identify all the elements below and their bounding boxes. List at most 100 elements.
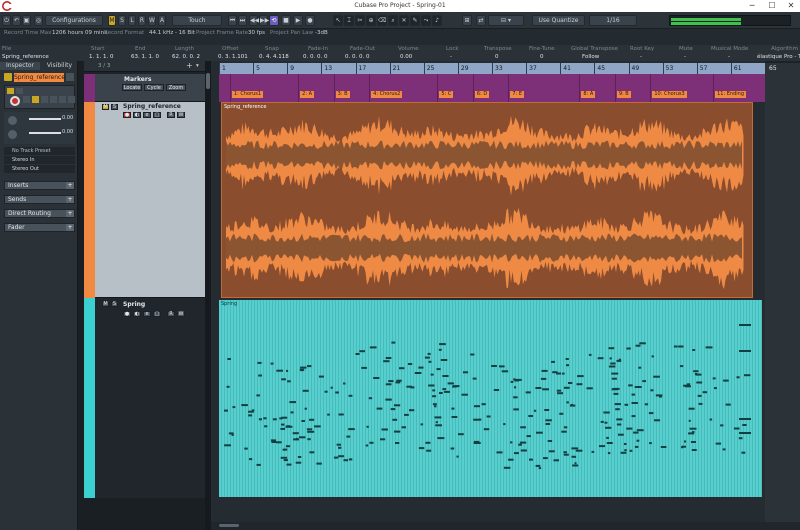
audio-monitor-icon[interactable]: ◐ bbox=[133, 112, 141, 118]
snap-mode-dropdown[interactable]: ⊟ ▾ bbox=[488, 15, 524, 26]
history-icon[interactable]: ◎ bbox=[34, 15, 43, 26]
info-mute-value[interactable]: - bbox=[684, 53, 686, 61]
freeze-icon[interactable] bbox=[68, 96, 75, 103]
rewind-icon[interactable]: ◀◀ bbox=[249, 15, 259, 26]
quantize-value-dropdown[interactable]: 1/16 bbox=[589, 15, 637, 26]
info-fine-tune-value[interactable]: 0 bbox=[540, 53, 544, 61]
marker-11[interactable]: 11: Ending bbox=[715, 91, 746, 98]
info-snap-value[interactable]: 0. 4. 4.118 bbox=[259, 53, 289, 61]
marker-3[interactable]: 3: B bbox=[335, 91, 350, 98]
automation-mode-dropdown[interactable]: Touch bbox=[172, 15, 222, 26]
midi-lock-icon[interactable]: ▢ bbox=[153, 311, 161, 317]
edit-icon[interactable] bbox=[41, 96, 48, 103]
inspector-settings-icon[interactable] bbox=[66, 73, 74, 81]
range-icon[interactable]: ⌶ bbox=[344, 15, 354, 26]
info-fade-in-value[interactable]: 0. 0. 0. 0 bbox=[303, 53, 328, 61]
output-routing-field[interactable]: Stereo Out bbox=[4, 165, 75, 173]
prev-marker-icon[interactable]: ⏮ bbox=[228, 15, 237, 26]
midi-monitor-icon[interactable]: ◐ bbox=[133, 311, 141, 317]
markers-cycle-dropdown[interactable]: Cycle bbox=[144, 84, 164, 91]
midi-record-icon[interactable]: ● bbox=[123, 311, 131, 317]
power-icon[interactable]: ⏻ bbox=[2, 15, 11, 26]
add-insert-icon[interactable]: + bbox=[66, 182, 74, 189]
volume-value[interactable]: 0.00 bbox=[62, 115, 73, 121]
quantize-dropdown[interactable]: Use Quantize bbox=[532, 15, 585, 26]
expand-fader-icon[interactable]: + bbox=[66, 224, 74, 231]
marker-8[interactable]: 8: A bbox=[581, 91, 596, 98]
info-root-key-value[interactable]: - bbox=[640, 53, 642, 61]
info-file-value[interactable]: Spring_reference bbox=[2, 53, 49, 61]
solo-icon[interactable] bbox=[16, 88, 23, 94]
track-list-menu-icon[interactable]: ▾ bbox=[196, 62, 199, 70]
info-start-value[interactable]: 1. 1. 1. 0 bbox=[89, 53, 114, 61]
audio-track-name[interactable]: Spring_reference bbox=[123, 103, 181, 110]
record-enable-icon[interactable] bbox=[10, 96, 20, 106]
maximize-button[interactable]: ☐ bbox=[762, 0, 782, 12]
volume-slider[interactable] bbox=[29, 118, 61, 120]
marker-1[interactable]: 1: Chorus1 bbox=[231, 91, 264, 98]
marker-7[interactable]: 7: E bbox=[510, 91, 524, 98]
zoom-icon[interactable]: ⌕ bbox=[388, 15, 398, 26]
layout-icon[interactable]: ▣ bbox=[22, 15, 31, 26]
configurations-dropdown[interactable]: Configurations bbox=[45, 15, 103, 26]
midi-edit-button[interactable]: e bbox=[143, 311, 151, 317]
marker-lane[interactable]: 1: Chorus1 2: A 3: B 4: Chorus2 5: C 6: D 7: E… bbox=[219, 74, 765, 102]
info-fade-out-value[interactable]: 0. 0. 0. 0 bbox=[345, 53, 370, 61]
write-icon[interactable] bbox=[59, 96, 66, 103]
section-fader[interactable]: Fader + bbox=[4, 223, 75, 232]
timeline-ruler[interactable]: 1 5 9 13 17 21 25 29 33 37 41 45 49 53 57 61 bbox=[219, 63, 765, 74]
midi-solo-button[interactable]: S bbox=[111, 301, 118, 307]
lock-icon[interactable] bbox=[32, 96, 39, 103]
tab-visibility[interactable]: Visibility bbox=[41, 62, 78, 70]
midi-part[interactable]: Spring bbox=[219, 300, 762, 497]
forward-icon[interactable]: ▶▶ bbox=[259, 15, 269, 26]
audio-event[interactable]: Spring_reference bbox=[221, 102, 753, 298]
empty-track-area[interactable] bbox=[84, 498, 205, 530]
section-direct-routing[interactable]: Direct Routing + bbox=[4, 209, 75, 218]
inspector-track-name[interactable]: Spring_reference bbox=[14, 73, 65, 82]
track-color-swatch[interactable] bbox=[4, 73, 12, 81]
time-warp-icon[interactable]: ⤳ bbox=[421, 15, 431, 26]
horizontal-scrollbar[interactable] bbox=[211, 522, 800, 530]
info-transpose-value[interactable]: 0 bbox=[495, 53, 499, 61]
midi-track-name[interactable]: Spring bbox=[123, 301, 145, 308]
midi-read-button[interactable]: R bbox=[167, 311, 175, 317]
mute-icon[interactable] bbox=[7, 88, 14, 94]
horizontal-scroll-thumb[interactable] bbox=[219, 524, 239, 527]
mute-all-button[interactable]: M bbox=[108, 15, 116, 26]
listen-button[interactable]: L bbox=[128, 15, 136, 26]
tab-inspector[interactable]: Inspector bbox=[0, 62, 40, 70]
minimize-button[interactable]: ─ bbox=[742, 0, 762, 12]
add-send-icon[interactable]: + bbox=[66, 196, 74, 203]
read-button[interactable]: R bbox=[138, 15, 146, 26]
pan-value[interactable]: 0.00 bbox=[62, 129, 73, 135]
info-algorithm-value[interactable]: élastique Pro - Tim bbox=[757, 53, 800, 61]
info-volume-value[interactable]: 0.00 bbox=[400, 53, 412, 61]
audio-write-button[interactable]: W bbox=[177, 112, 185, 118]
info-offset-value[interactable]: 0. 3. 1.101 bbox=[218, 53, 248, 61]
draw-icon[interactable]: ✎ bbox=[410, 15, 420, 26]
expand-direct-routing-icon[interactable]: + bbox=[66, 210, 74, 217]
erase-icon[interactable]: ⌫ bbox=[377, 15, 387, 26]
solo-all-button[interactable]: S bbox=[118, 15, 126, 26]
record-icon[interactable]: ● bbox=[305, 15, 315, 26]
midi-track[interactable]: M S Spring ● ◐ e ▢ R W bbox=[84, 298, 205, 498]
input-routing-field[interactable]: Stereo In bbox=[4, 156, 75, 164]
split-icon[interactable]: ✂ bbox=[355, 15, 365, 26]
undo-icon[interactable]: ↶ bbox=[12, 15, 21, 26]
mute-tool-icon[interactable]: ✕ bbox=[399, 15, 409, 26]
track-preset-field[interactable]: No Track Preset bbox=[4, 147, 75, 155]
pan-slider[interactable] bbox=[29, 132, 61, 134]
marker-5[interactable]: 5: C bbox=[439, 91, 454, 98]
info-length-value[interactable]: 62. 0. 0. 2 bbox=[172, 53, 200, 61]
monitor-icon[interactable] bbox=[23, 96, 30, 103]
color-icon[interactable]: ⊞ bbox=[462, 15, 472, 26]
vertical-scroll-thumb[interactable] bbox=[206, 73, 210, 89]
audio-solo-button[interactable]: S bbox=[111, 104, 118, 110]
read-icon[interactable] bbox=[50, 96, 57, 103]
cycle-icon[interactable]: ⟲ bbox=[269, 15, 279, 26]
marker-4[interactable]: 4: Chorus2 bbox=[371, 91, 403, 98]
markers-locate-dropdown[interactable]: Locate bbox=[122, 84, 142, 91]
marker-2[interactable]: 2: A bbox=[300, 91, 315, 98]
marker-10[interactable]: 10: Chorus3 bbox=[652, 91, 687, 98]
